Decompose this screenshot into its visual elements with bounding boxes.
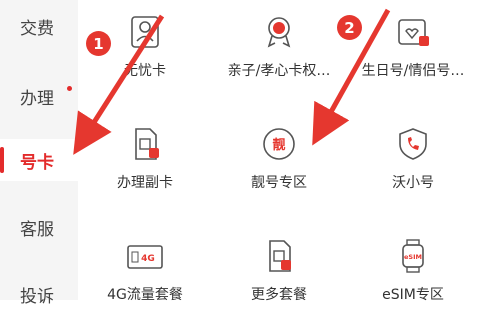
sidebar-item-pay[interactable]: 交费 — [0, 6, 78, 46]
grid-item-label: 无忧卡 — [124, 63, 166, 79]
grid-item-label: 沃小号 — [392, 175, 434, 191]
grid-item-label: eSIM专区 — [382, 287, 444, 303]
grid-item-esim[interactable]: eSIM eSIM专区 — [348, 236, 478, 304]
sim-card-icon — [125, 124, 165, 164]
grid-item-label: 办理副卡 — [117, 175, 173, 191]
grid-item-label: 亲子/孝心卡权… — [227, 63, 331, 79]
grid-item-birthday-number[interactable]: 生日号/情侣号… — [348, 12, 478, 80]
annotation-badge-2: 2 — [337, 15, 362, 40]
grid-item-label: 4G流量套餐 — [107, 287, 183, 303]
notification-dot — [67, 86, 72, 91]
grid-item-wo-small-number[interactable]: 沃小号 — [348, 124, 478, 192]
sidebar-item-label: 办理 — [20, 88, 54, 109]
sidebar-item-service[interactable]: 客服 — [0, 207, 78, 247]
liang-number-icon: 靓 — [259, 124, 299, 164]
sidebar-item-complaint[interactable]: 投诉 — [0, 274, 78, 314]
grid-item-label: 更多套餐 — [251, 287, 307, 303]
family-badge-icon — [259, 12, 299, 52]
svg-text:靓: 靓 — [272, 137, 285, 153]
main-grid: 无忧卡 亲子/孝心卡权… 生日号/情侣号… 办理副卡 靓 靓号专区 沃小号 4G — [78, 0, 480, 303]
grid-item-more-plans[interactable]: 更多套餐 — [214, 236, 344, 304]
grid-item-family-card[interactable]: 亲子/孝心卡权… — [214, 12, 344, 80]
grid-item-sub-card[interactable]: 办理副卡 — [80, 124, 210, 192]
4g-data-card-icon: 4G — [125, 236, 165, 276]
sidebar: 交费 办理 号卡 客服 投诉 — [0, 0, 78, 307]
grid-item-4g-plan[interactable]: 4G 4G流量套餐 — [80, 236, 210, 304]
sidebar-item-number-card[interactable]: 号卡 — [0, 139, 78, 181]
sidebar-item-label: 客服 — [20, 219, 54, 240]
svg-text:4G: 4G — [141, 254, 155, 264]
birthday-card-icon — [393, 12, 433, 52]
more-plans-card-icon — [259, 236, 299, 276]
person-card-icon — [125, 12, 165, 52]
esim-watch-icon: eSIM — [393, 236, 433, 276]
sidebar-item-handle[interactable]: 办理 — [0, 76, 78, 116]
sidebar-item-label: 号卡 — [20, 152, 54, 173]
sidebar-item-label: 交费 — [20, 18, 54, 39]
grid-item-liang-number[interactable]: 靓 靓号专区 — [214, 124, 344, 192]
grid-item-label: 靓号专区 — [251, 175, 307, 191]
svg-text:eSIM: eSIM — [404, 253, 422, 261]
sidebar-item-label: 投诉 — [20, 286, 54, 307]
phone-shield-icon — [393, 124, 433, 164]
grid-item-label: 生日号/情侣号… — [361, 63, 465, 79]
annotation-badge-1: 1 — [86, 31, 111, 56]
